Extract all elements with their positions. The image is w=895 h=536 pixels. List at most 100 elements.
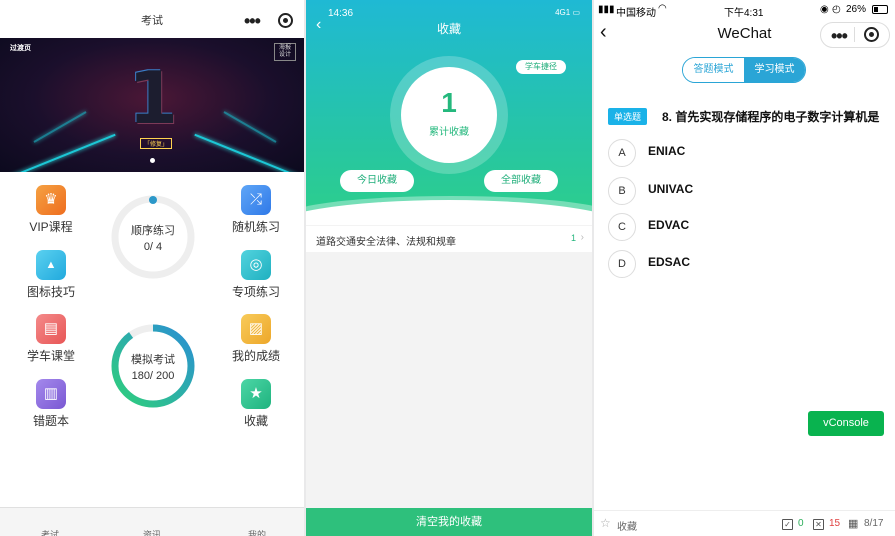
battery-percent: 26%	[846, 4, 867, 15]
book-icon: ▤	[36, 314, 66, 344]
shortcut-tag[interactable]: 学车捷径	[516, 60, 566, 74]
exam-home-panel: 考试 ••• 过渡页 海报设计 1 「修复」 ♛ VIP课程 ▲ 图标技巧 ▤ …	[0, 0, 304, 536]
signal-text: 4G1	[555, 8, 571, 17]
check-icon: ✓	[782, 519, 793, 530]
alarm-icon: ◴	[832, 4, 841, 15]
option-letter: D	[608, 250, 636, 278]
banner-badge: 「修复」	[140, 138, 173, 149]
wrong-questions-button[interactable]: ▥ 错题本	[16, 379, 86, 429]
all-favorites-button[interactable]: 全部收藏	[484, 170, 558, 192]
bottom-tab-bar: 考试 资讯 我的	[0, 507, 304, 536]
favorites-panel: 14:36 4G1 ▭ ‹ 收藏 学车捷径 1 累计收藏 今日收藏 全部收藏 道…	[306, 0, 592, 536]
shuffle-icon: ⤮	[241, 185, 271, 215]
status-time: 下午4:31	[724, 8, 764, 19]
today-favorites-button[interactable]: 今日收藏	[340, 170, 414, 192]
sign-tips-button[interactable]: ▲ 图标技巧	[16, 250, 86, 300]
notebook-icon: ▥	[36, 379, 66, 409]
mini-program-header: 考试 •••	[0, 0, 304, 38]
carousel-indicator[interactable]	[150, 158, 155, 163]
menu-label: 收藏	[243, 414, 268, 428]
chevron-right-icon: ›	[580, 232, 584, 243]
favorite-count-circle: 1 累计收藏	[401, 67, 497, 163]
tab-news[interactable]: 资讯	[122, 528, 182, 536]
banner-tag: 海报设计	[274, 43, 296, 61]
option-text: EDVAC	[648, 218, 690, 232]
clear-favorites-button[interactable]: 清空我的收藏	[306, 508, 592, 536]
exam-progress: 180/ 200	[131, 370, 175, 382]
status-time: 14:36	[328, 8, 354, 19]
banner-number: 1	[127, 56, 179, 140]
divider	[854, 27, 855, 42]
answer-mode-tab[interactable]: 答题模式	[683, 58, 744, 82]
status-bar: ▮▮▮ 中国移动 ◠ 下午4:31 ◉ ◴ 26%	[594, 0, 895, 19]
close-capsule-icon[interactable]	[864, 27, 879, 42]
menu-label: 图标技巧	[26, 285, 75, 299]
random-practice-button[interactable]: ⤮ 随机练习	[221, 185, 291, 235]
tab-exam[interactable]: 考试	[20, 528, 80, 536]
signal-icon: ▮▮▮	[598, 4, 615, 15]
banner-light-line	[223, 111, 277, 143]
page-title: 收藏	[436, 22, 461, 36]
favorite-count: 1	[441, 87, 457, 118]
crown-icon: ♛	[36, 185, 66, 215]
category-count: 1	[570, 233, 576, 243]
question-type-badge: 单选题	[608, 108, 648, 125]
more-icon[interactable]: •••	[831, 27, 848, 45]
sequence-practice-button[interactable]: 顺序练习 0/ 4	[111, 195, 195, 279]
favorite-count-label: 累计收藏	[429, 127, 469, 138]
menu-label: 错题本	[32, 414, 69, 428]
target-icon: ◎	[241, 250, 271, 280]
sequence-progress: 0/ 4	[143, 241, 163, 253]
menu-label: 学车课堂	[26, 349, 75, 363]
sequence-label: 顺序练习	[131, 225, 175, 237]
driving-class-button[interactable]: ▤ 学车课堂	[16, 314, 86, 364]
option-letter: A	[608, 139, 636, 167]
option-text: UNIVAC	[648, 182, 694, 196]
star-icon: ★	[241, 379, 271, 409]
mode-switch: 答题模式 学习模式	[682, 57, 806, 83]
grid-icon[interactable]: ▦	[848, 517, 858, 530]
vip-course-button[interactable]: ♛ VIP课程	[16, 185, 86, 235]
banner-light-line	[0, 133, 116, 172]
favorites-header: 14:36 4G1 ▭ ‹ 收藏 学车捷径 1 累计收藏 今日收藏 全部收藏	[306, 0, 592, 225]
question-footer: ☆ 收藏 ✓ 0 ✕ 15 ▦ 8/17	[594, 510, 895, 536]
sign-icon: ▲	[36, 250, 66, 280]
orientation-lock-icon: ◉	[820, 4, 829, 15]
capsule-menu: •••	[820, 22, 890, 48]
cross-icon: ✕	[813, 519, 824, 530]
my-scores-button[interactable]: ▨ 我的成绩	[221, 314, 291, 364]
banner-brand: 过渡页	[10, 45, 31, 52]
exam-label: 模拟考试	[131, 354, 175, 366]
study-mode-tab[interactable]: 学习模式	[744, 58, 805, 82]
menu-label: 专项练习	[231, 285, 280, 299]
question-text: 8. 首先实现存储程序的电子数字计算机是	[662, 110, 880, 124]
category-title: 道路交通安全法律、法规和规章	[316, 237, 456, 248]
special-practice-button[interactable]: ◎ 专项练习	[221, 250, 291, 300]
banner-light-line	[33, 111, 87, 143]
banner-light-line	[194, 133, 304, 172]
page-indicator[interactable]: 8/17	[864, 518, 883, 529]
option-letter: B	[608, 177, 636, 205]
star-outline-icon[interactable]: ☆	[600, 516, 611, 530]
mock-exam-button[interactable]: 模拟考试 180/ 200	[111, 324, 195, 408]
wifi-icon: ◠	[658, 3, 667, 14]
close-capsule-icon[interactable]	[278, 13, 293, 28]
option-text: ENIAC	[648, 144, 686, 158]
more-icon[interactable]: •••	[244, 12, 261, 30]
wrong-count: 15	[829, 518, 841, 529]
battery-icon	[872, 5, 888, 14]
promo-banner[interactable]: 过渡页 海报设计 1 「修复」	[0, 38, 304, 172]
menu-label: 随机练习	[231, 220, 280, 234]
favorite-label[interactable]: 收藏	[617, 518, 637, 533]
menu-label: 我的成绩	[231, 349, 280, 363]
tab-mine[interactable]: 我的	[227, 528, 287, 536]
question-panel: ▮▮▮ 中国移动 ◠ 下午4:31 ◉ ◴ 26% ‹ WeChat ••• 答…	[594, 0, 895, 536]
favorite-category-row[interactable]: 道路交通安全法律、法规和规章 1 ›	[306, 226, 592, 252]
carrier-name: 中国移动	[616, 8, 656, 19]
vconsole-button[interactable]: vConsole	[808, 411, 884, 436]
option-letter: C	[608, 213, 636, 241]
favorites-button[interactable]: ★ 收藏	[221, 379, 291, 429]
chart-icon: ▨	[241, 314, 271, 344]
correct-count: 0	[798, 518, 804, 529]
option-text: EDSAC	[648, 255, 691, 269]
